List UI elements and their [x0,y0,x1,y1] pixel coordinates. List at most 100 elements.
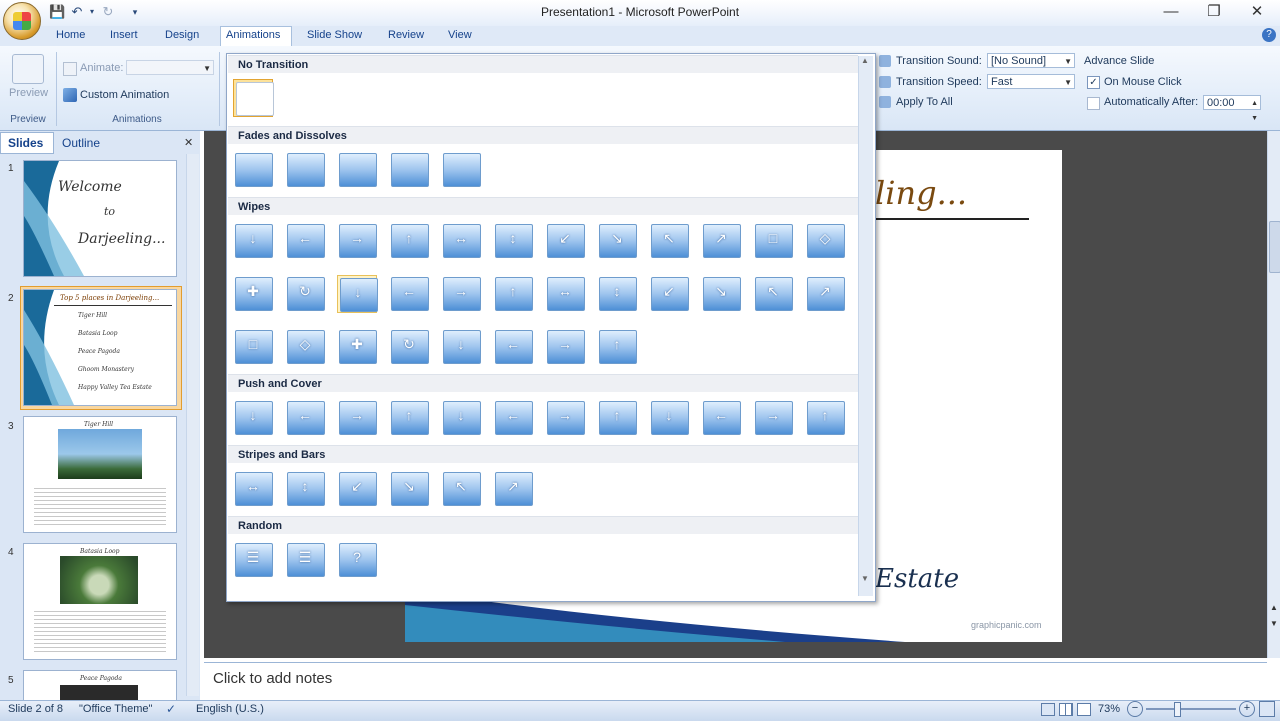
zoom-level[interactable]: 73% [1098,703,1120,715]
transition-option-push[interactable]: ← [701,399,741,437]
transition-gallery[interactable]: No Transition Fades and Dissolves Wipes … [226,53,876,602]
transition-option-push[interactable]: ↓ [649,399,689,437]
transition-option-fade[interactable] [233,151,273,189]
transition-option-wipe[interactable]: □ [233,328,273,366]
transition-option-wipe[interactable]: ↖ [753,275,793,313]
zoom-in-icon[interactable]: + [1239,701,1255,717]
transition-option-push[interactable]: → [753,399,793,437]
slide-sorter-icon[interactable] [1059,703,1073,716]
tab-insert[interactable]: Insert [110,29,138,41]
transition-option-wipe[interactable]: ↓ [441,328,481,366]
transition-option-push[interactable]: ↓ [441,399,481,437]
on-mouse-click-checkbox[interactable]: ✓ [1087,76,1100,89]
transition-option-stripes[interactable]: ↖ [441,470,481,508]
editor-scrollbar[interactable]: ▲ ▼ [1267,131,1280,658]
close-panel-icon[interactable]: ✕ [184,136,193,149]
auto-after-checkbox[interactable] [1087,97,1100,110]
transition-option-none[interactable] [233,79,274,117]
apply-to-all-button[interactable]: Apply To All [896,96,953,108]
auto-after-spinner[interactable]: 00:00 ▲ ▼ [1203,95,1261,122]
transition-option-wipe[interactable]: ↘ [597,222,637,260]
tab-review[interactable]: Review [388,29,424,41]
tab-outline[interactable]: Outline [62,136,100,150]
next-slide-icon[interactable]: ▼ [1270,619,1278,628]
custom-animation-button[interactable]: Custom Animation [80,89,169,101]
prev-slide-icon[interactable]: ▲ [1270,603,1278,612]
zoom-out-icon[interactable]: − [1127,701,1143,717]
transition-option-wipe[interactable]: ↙ [649,275,689,313]
tab-slide-show[interactable]: Slide Show [307,29,362,41]
transition-option-push[interactable]: ← [285,399,325,437]
transition-option-wipe[interactable]: ◇ [805,222,845,260]
transition-option-stripes[interactable]: ↕ [285,470,325,508]
animate-dropdown[interactable]: ▼ [126,60,214,75]
tab-design[interactable]: Design [165,29,199,41]
transition-option-wipe[interactable]: ↕ [597,275,637,313]
spelling-check-icon[interactable]: ✓ [166,702,176,716]
transition-option-wipe[interactable]: ✚ [337,328,377,366]
notes-pane[interactable]: Click to add notes [204,662,1267,701]
help-icon[interactable]: ? [1262,28,1276,42]
transition-option-wipe[interactable]: ← [493,328,533,366]
slide-thumbnail-3[interactable]: Tiger Hill [23,416,177,533]
transition-option-wipe[interactable]: ↓ [233,222,273,260]
tab-animations[interactable]: Animations [226,29,280,41]
restore-icon[interactable]: ❐ [1194,2,1234,22]
status-language[interactable]: English (U.S.) [196,703,264,715]
transition-option-stripes[interactable]: ↗ [493,470,533,508]
scrollbar-thumb[interactable] [1269,221,1280,273]
transition-option-wipe[interactable]: ↻ [285,275,325,313]
transition-option-stripes[interactable]: ↙ [337,470,377,508]
transition-option-wipe[interactable]: ✚ [233,275,273,313]
transition-option-wipe[interactable]: ◇ [285,328,325,366]
transition-option-wipe[interactable]: ← [285,222,325,260]
transition-option-fade[interactable] [441,151,481,189]
slides-panel-scrollbar[interactable] [186,154,199,696]
transition-option-push[interactable]: → [545,399,585,437]
slide-thumbnail-4[interactable]: Batasia Loop [23,543,177,660]
slide-thumbnail-2[interactable]: Top 5 places in Darjeeling... Tiger Hill… [23,289,177,406]
transition-option-wipe[interactable]: → [337,222,377,260]
transition-option-random[interactable]: ? [337,541,377,579]
scroll-up-icon[interactable]: ▲ [861,56,869,65]
transition-option-fade[interactable] [337,151,377,189]
tab-home[interactable]: Home [56,29,85,41]
transition-option-stripes[interactable]: ↘ [389,470,429,508]
preview-icon[interactable] [12,54,44,84]
transition-option-wipe[interactable]: ↕ [493,222,533,260]
transition-option-stripes[interactable]: ↔ [233,470,273,508]
scroll-down-icon[interactable]: ▼ [861,574,869,583]
transition-option-wipe[interactable]: ↔ [545,275,585,313]
transition-option-wipe[interactable]: ↘ [701,275,741,313]
transition-option-wipe[interactable]: ↗ [701,222,741,260]
slide-thumbnail-5[interactable]: Peace Pagoda [23,670,177,702]
transition-option-wipe[interactable]: ↖ [649,222,689,260]
gallery-scrollbar[interactable]: ▲ ▼ [858,56,873,596]
minimize-icon[interactable]: — [1151,2,1191,22]
transition-option-wipe[interactable]: ↻ [389,328,429,366]
fit-to-window-icon[interactable] [1259,701,1275,717]
transition-option-push[interactable]: → [337,399,377,437]
transition-option-wipe[interactable]: → [545,328,585,366]
transition-option-wipe[interactable]: ↑ [493,275,533,313]
transition-sound-dropdown[interactable]: [No Sound] ▼ [987,53,1075,68]
transition-option-fade[interactable] [285,151,325,189]
transition-option-wipe[interactable]: ↙ [545,222,585,260]
transition-option-push[interactable]: ↑ [805,399,845,437]
transition-option-wipe[interactable]: ↑ [389,222,429,260]
status-theme[interactable]: "Office Theme" [79,703,152,715]
transition-option-random[interactable]: ☰ [233,541,273,579]
transition-option-wipe[interactable]: → [441,275,481,313]
transition-option-wipe[interactable]: ↗ [805,275,845,313]
transition-option-wipe[interactable]: ↓ [337,275,378,313]
transition-option-push[interactable]: ← [493,399,533,437]
transition-option-fade[interactable] [389,151,429,189]
transition-speed-dropdown[interactable]: Fast ▼ [987,74,1075,89]
close-icon[interactable]: ✕ [1237,2,1277,22]
slideshow-view-icon[interactable] [1077,703,1091,716]
transition-option-wipe[interactable]: ← [389,275,429,313]
zoom-slider-thumb[interactable] [1174,702,1181,717]
transition-option-wipe[interactable]: □ [753,222,793,260]
transition-option-random[interactable]: ☰ [285,541,325,579]
office-button[interactable] [3,2,41,40]
